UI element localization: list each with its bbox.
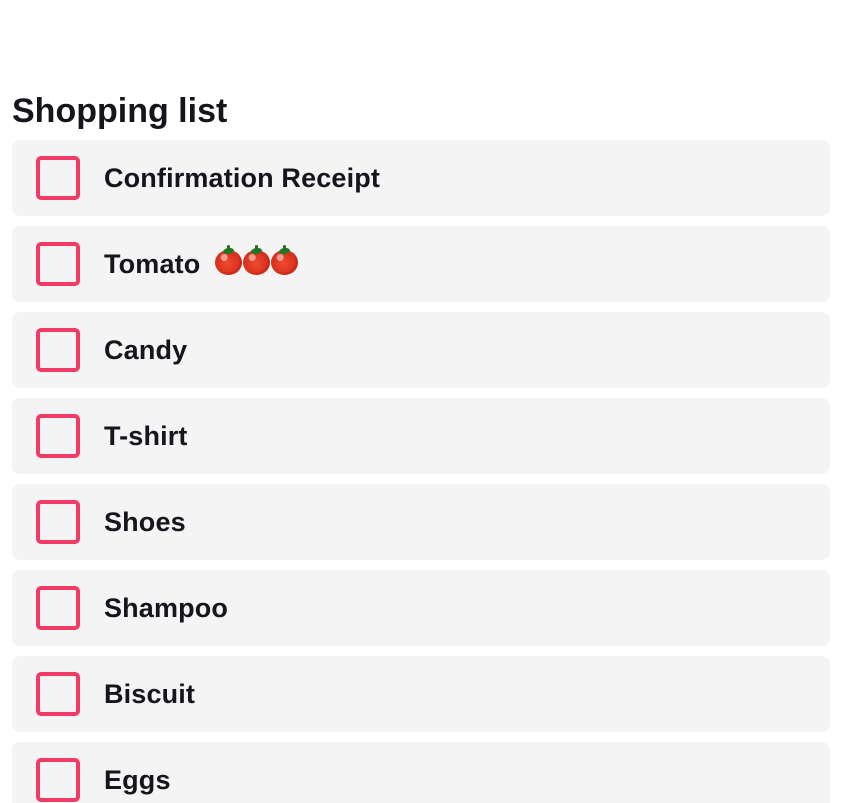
tomato-icon: [215, 244, 243, 275]
list-item-label: Candy: [104, 335, 188, 365]
list-item-label: Eggs: [104, 765, 171, 795]
tomato-emoji-group: [215, 244, 299, 275]
tomato-icon: [271, 244, 299, 275]
list-item-label-wrap: Biscuit: [104, 656, 195, 732]
tomato-icon: [243, 244, 271, 275]
checkbox[interactable]: [36, 242, 80, 286]
checkbox[interactable]: [36, 328, 80, 372]
list-item-shoes[interactable]: Shoes: [12, 484, 830, 560]
list-item-biscuit[interactable]: Biscuit: [12, 656, 830, 732]
list-item-candy[interactable]: Candy: [12, 312, 830, 388]
list-item-label: Biscuit: [104, 679, 196, 709]
checkbox[interactable]: [36, 500, 80, 544]
list-item-label: Tomato: [104, 249, 201, 279]
list-item-label-wrap: Eggs: [104, 742, 171, 803]
page-title: Shopping list: [12, 92, 228, 130]
list-item-label-wrap: Candy: [104, 312, 187, 388]
list-item-label-wrap: Confirmation Receipt: [104, 140, 380, 216]
shopping-list: Confirmation Receipt Tomato Candy T-shir…: [12, 140, 830, 803]
list-item-label-wrap: T-shirt: [104, 398, 188, 474]
list-item-eggs[interactable]: Eggs: [12, 742, 830, 803]
list-item-label-wrap: Shampoo: [104, 570, 228, 646]
list-item-tomato[interactable]: Tomato: [12, 226, 830, 302]
shopping-list-page: Shopping list Confirmation Receipt Tomat…: [0, 0, 842, 803]
list-item-t-shirt[interactable]: T-shirt: [12, 398, 830, 474]
list-item-label: Shampoo: [104, 593, 229, 623]
list-item-label-wrap: Shoes: [104, 484, 186, 560]
list-item-confirmation-receipt[interactable]: Confirmation Receipt: [12, 140, 830, 216]
list-item-label: Confirmation Receipt: [104, 163, 381, 193]
list-item-shampoo[interactable]: Shampoo: [12, 570, 830, 646]
checkbox[interactable]: [36, 672, 80, 716]
checkbox[interactable]: [36, 758, 80, 802]
list-item-label-wrap: Tomato: [104, 226, 299, 302]
checkbox[interactable]: [36, 414, 80, 458]
checkbox[interactable]: [36, 586, 80, 630]
checkbox[interactable]: [36, 156, 80, 200]
list-item-label: Shoes: [104, 507, 186, 537]
list-item-label: T-shirt: [104, 421, 188, 451]
